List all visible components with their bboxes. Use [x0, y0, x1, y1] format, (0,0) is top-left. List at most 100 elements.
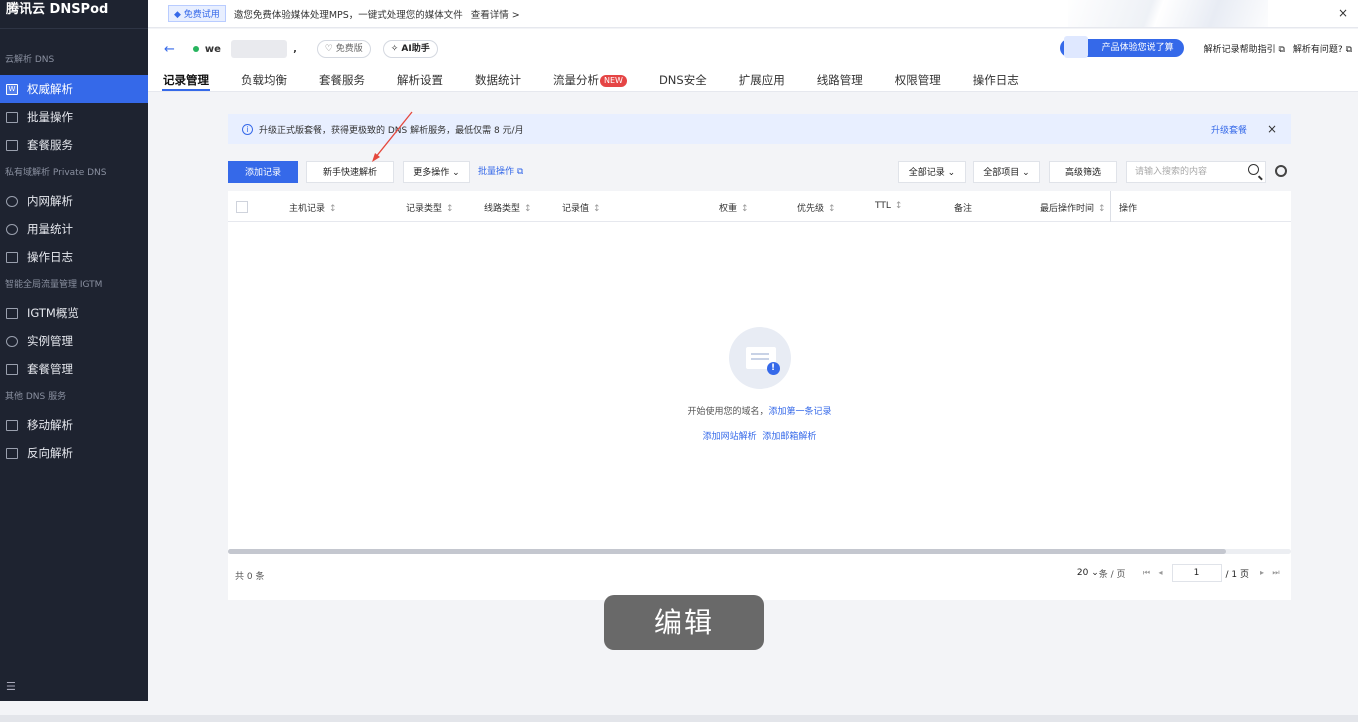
info-close-icon[interactable]: × — [1267, 122, 1277, 136]
select-all-checkbox[interactable] — [236, 201, 248, 213]
column-divider — [1110, 191, 1111, 222]
sidebar-item-instances[interactable]: 实例管理 — [0, 327, 148, 355]
section-igtm: 智能全局流量管理 IGTM — [5, 280, 103, 290]
help-question-link[interactable]: 解析有问题? ⧉ — [1293, 42, 1352, 55]
tab-records[interactable]: 记录管理 — [162, 69, 210, 91]
sidebar-item-batch[interactable]: 批量操作 — [0, 103, 148, 131]
feedback-button[interactable]: 产品体验您说了算 — [1059, 36, 1184, 58]
globe-icon — [6, 195, 18, 207]
batch-link[interactable]: 批量操作 ⧉ — [478, 161, 523, 183]
notice-more-link[interactable]: 查看详情 > — [471, 7, 520, 21]
grid-icon — [6, 307, 18, 319]
tab-statistics[interactable]: 数据统计 — [474, 69, 522, 91]
tab-permissions[interactable]: 权限管理 — [894, 69, 942, 91]
sidebar-item-igtm-overview[interactable]: IGTM概览 — [0, 299, 148, 327]
annotation-arrow — [372, 111, 413, 162]
sidebar-item-reverse[interactable]: 反向解析 — [0, 439, 148, 467]
copy-icon — [6, 111, 18, 123]
tab-extensions[interactable]: 扩展应用 — [738, 69, 786, 91]
page-input[interactable]: 1 — [1171, 564, 1222, 582]
page-size-select[interactable]: 20 ⌄ — [1077, 568, 1099, 578]
sidebar-item-plan-manage[interactable]: 套餐管理 — [0, 355, 148, 383]
document-icon — [6, 447, 18, 459]
status-dot — [192, 46, 199, 52]
notice-close-icon[interactable]: × — [1338, 6, 1348, 20]
new-badge: NEW — [600, 75, 627, 87]
add-email-link[interactable]: 添加邮箱解析 — [762, 432, 816, 442]
first-page-icon[interactable]: ⏮ — [1140, 564, 1154, 582]
banner-decoration — [1068, 0, 1268, 27]
col-value[interactable]: 记录值 ↕ — [562, 201, 601, 214]
promo-notice-bar: ◆ 免费试用 邀您免费体验媒体处理MPS，一键式处理您的媒体文件 查看详情 > … — [148, 0, 1358, 28]
domain-tail: ‚ — [292, 43, 297, 55]
free-trial-tag: ◆ 免费试用 — [168, 5, 226, 22]
col-last-modified[interactable]: 最后操作时间 ↕ — [1040, 201, 1106, 214]
next-page-icon[interactable]: ▸ — [1255, 564, 1269, 582]
help-guide-link[interactable]: 解析记录帮助指引 ⧉ — [1204, 42, 1285, 55]
domain-header: ← we ‚ ♡ 免费版 ✧ AI助手 产品体验您说了算 解析记录帮助指引 ⧉ … — [148, 29, 1358, 92]
horizontal-scrollbar[interactable] — [228, 549, 1226, 554]
col-priority[interactable]: 优先级 ↕ — [797, 201, 836, 214]
tab-dns-security[interactable]: DNS安全 — [658, 69, 708, 91]
col-ttl[interactable]: TTL ↕ — [875, 201, 902, 211]
col-host[interactable]: 主机记录 ↕ — [289, 201, 337, 214]
tab-lines[interactable]: 线路管理 — [816, 69, 864, 91]
add-first-record-link[interactable]: 添加第一条记录 — [769, 407, 832, 417]
plan-badge[interactable]: ♡ 免费版 — [316, 40, 371, 58]
redacted-domain — [230, 40, 287, 58]
dns-icon: W — [6, 83, 18, 95]
col-remark: 备注 — [954, 204, 973, 214]
domain-tabs: 记录管理 负载均衡 套餐服务 解析设置 数据统计 流量分析 NEW DNS安全 扩… — [162, 69, 1050, 91]
empty-state: ! 开始使用您的域名，添加第一条记录 添加网站解析 添加邮箱解析 — [228, 327, 1291, 442]
domain-name: we — [204, 43, 221, 55]
brand-logo[interactable]: 腾讯云 DNSPod — [0, 0, 148, 29]
empty-document-icon: ! — [728, 327, 791, 389]
edit-toast: 编辑 — [604, 595, 764, 650]
last-page-icon[interactable]: ⏭ — [1269, 564, 1283, 582]
tab-oplog[interactable]: 操作日志 — [972, 69, 1020, 91]
col-type[interactable]: 记录类型 ↕ — [406, 201, 454, 214]
sidebar-item-oplog[interactable]: 操作日志 — [0, 243, 148, 271]
upgrade-link[interactable]: 升级套餐 — [1211, 123, 1247, 136]
advanced-filter-button[interactable]: 高级筛选 — [1049, 161, 1117, 183]
col-line[interactable]: 线路类型 ↕ — [484, 201, 532, 214]
table-header: 主机记录 ↕ 记录类型 ↕ 线路类型 ↕ 记录值 ↕ 权重 ↕ 优先级 ↕ TTL ↕ 备注 … — [228, 191, 1291, 222]
col-weight[interactable]: 权重 ↕ — [719, 201, 749, 214]
back-arrow-icon[interactable]: ← — [164, 42, 175, 57]
ai-assistant-button[interactable]: ✧ AI助手 — [382, 40, 438, 58]
all-items-dropdown[interactable]: 全部项目 ⌄ — [973, 161, 1040, 183]
tab-traffic[interactable]: 流量分析 NEW — [552, 69, 628, 91]
records-table: 主机记录 ↕ 记录类型 ↕ 线路类型 ↕ 记录值 ↕ 权重 ↕ 优先级 ↕ TTL ↕ 备注 … — [228, 191, 1291, 600]
section-other-dns: 其他 DNS 服务 — [5, 392, 67, 402]
settings-gear-icon[interactable] — [1275, 165, 1287, 177]
col-actions: 操作 — [1119, 204, 1138, 214]
menu-collapse-icon[interactable]: ☰ — [6, 680, 16, 693]
sidebar-item-mobile[interactable]: 移动解析 — [0, 411, 148, 439]
instance-icon — [6, 335, 18, 347]
add-website-link[interactable]: 添加网站解析 — [703, 432, 757, 442]
search-icon[interactable] — [1248, 164, 1259, 175]
page-total: / 1 页 — [1225, 569, 1249, 580]
sidebar-item-private[interactable]: 内网解析 — [0, 187, 148, 215]
per-page-label: 条 / 页 — [1098, 569, 1126, 580]
pagination: 20 ⌄ 条 / 页 ⏮ ◂ 1 / 1 页 ▸ ⏭ — [1077, 564, 1283, 582]
total-count: 共 0 条 — [235, 572, 265, 582]
tab-settings[interactable]: 解析设置 — [396, 69, 444, 91]
search-input[interactable]: 请输入搜索的内容 — [1126, 161, 1266, 183]
section-private-dns: 私有域解析 Private DNS — [5, 168, 107, 178]
tab-plan[interactable]: 套餐服务 — [318, 69, 366, 91]
info-icon: i — [242, 123, 253, 135]
bottom-bar — [0, 715, 1358, 722]
add-record-button[interactable]: 添加记录 — [228, 161, 298, 183]
all-records-dropdown[interactable]: 全部记录 ⌄ — [898, 161, 966, 183]
table-footer: 共 0 条 20 ⌄ 条 / 页 ⏮ ◂ 1 / 1 页 ▸ ⏭ — [228, 561, 1291, 591]
sidebar-item-usage[interactable]: 用量统计 — [0, 215, 148, 243]
prev-page-icon[interactable]: ◂ — [1154, 564, 1168, 582]
sidebar-item-plan[interactable]: 套餐服务 — [0, 131, 148, 159]
sidebar-item-authoritative[interactable]: W 权威解析 — [0, 75, 148, 103]
section-cloud-dns: 云解析 DNS — [5, 55, 55, 65]
tab-load-balance[interactable]: 负载均衡 — [240, 69, 288, 91]
notice-text: 邀您免费体验媒体处理MPS，一键式处理您的媒体文件 — [233, 9, 463, 21]
chart-icon — [6, 223, 18, 235]
sidebar: 腾讯云 DNSPod 云解析 DNS W 权威解析 批量操作 套餐服务 私有域解析… — [0, 0, 148, 701]
